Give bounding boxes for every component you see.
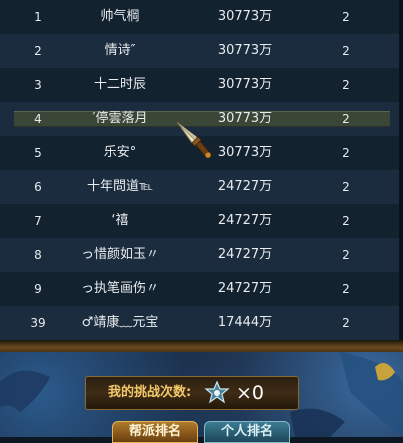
- power-value: 30773万: [217, 43, 273, 58]
- power-value: 30773万: [217, 111, 273, 126]
- power-value: 24727万: [217, 281, 273, 296]
- player-name: 情诗″: [104, 43, 136, 58]
- player-name: 十二时辰: [93, 77, 146, 92]
- ranking-row[interactable]: 7 ‘禧 24727万 2: [0, 204, 399, 238]
- ranking-list: 1 帅气棡 30773万 2 2 情诗″ 30773万 2 3 十二时辰 307…: [0, 0, 403, 340]
- player-name: っ惜颜如玉〃: [80, 247, 159, 262]
- player-name: ♂靖康﹏元宝: [81, 315, 159, 330]
- rank-cell: 7: [34, 214, 42, 228]
- rank-cell: 6: [34, 180, 42, 194]
- challenge-count-panel: 我的挑战次数: ×0: [85, 376, 299, 410]
- level-value: 2: [342, 146, 350, 160]
- player-name: 帅气棡: [100, 9, 140, 24]
- power-value: 24727万: [217, 213, 273, 228]
- power-value: 30773万: [217, 77, 273, 92]
- dagger-cursor-icon: [176, 121, 212, 159]
- rank-cell: 5: [34, 146, 42, 160]
- level-value: 2: [342, 316, 350, 330]
- player-name: ′停雲落月: [92, 111, 148, 126]
- rank-cell: 39: [30, 316, 46, 330]
- ranking-row-self[interactable]: 39 ♂靖康﹏元宝 17444万 2: [0, 306, 399, 340]
- challenge-count: ×0: [236, 382, 265, 404]
- rank-cell: 2: [34, 44, 42, 58]
- player-name: ‘禧: [111, 213, 129, 228]
- ranking-row[interactable]: 1 帅气棡 30773万 2: [0, 0, 399, 34]
- power-value: 30773万: [217, 9, 273, 24]
- ranking-row[interactable]: 9 っ执笔画伤〃 24727万 2: [0, 272, 399, 306]
- level-value: 2: [342, 44, 350, 58]
- ranking-row[interactable]: 8 っ惜颜如玉〃 24727万 2: [0, 238, 399, 272]
- rank-cell: 3: [34, 78, 42, 92]
- player-name: 乐安°: [103, 145, 137, 160]
- rank-cell: 8: [34, 248, 42, 262]
- power-value: 24727万: [217, 247, 273, 262]
- ranking-row[interactable]: 3 十二时辰 30773万 2: [0, 68, 399, 102]
- level-value: 2: [342, 112, 350, 126]
- tab-personal-ranking[interactable]: 个人排名: [204, 421, 290, 443]
- power-value: 17444万: [217, 315, 273, 330]
- level-value: 2: [342, 10, 350, 24]
- level-value: 2: [342, 78, 350, 92]
- challenge-label: 我的挑战次数:: [108, 385, 192, 400]
- ranking-row[interactable]: 6 十年問道℡ 24727万 2: [0, 170, 399, 204]
- level-value: 2: [342, 214, 350, 228]
- tab-guild-ranking[interactable]: 帮派排名: [112, 421, 198, 443]
- rank-cell: 1: [34, 10, 42, 24]
- level-value: 2: [342, 248, 350, 262]
- rank-cell: 9: [34, 282, 42, 296]
- crown-emblem-icon: [204, 380, 230, 404]
- ranking-row[interactable]: 2 情诗″ 30773万 2: [0, 34, 399, 68]
- level-value: 2: [342, 282, 350, 296]
- level-value: 2: [342, 180, 350, 194]
- power-value: 24727万: [217, 179, 273, 194]
- rank-cell: 4: [34, 112, 42, 126]
- player-name: っ执笔画伤〃: [80, 281, 159, 296]
- player-name: 十年問道℡: [87, 179, 153, 194]
- power-value: 30773万: [217, 145, 273, 160]
